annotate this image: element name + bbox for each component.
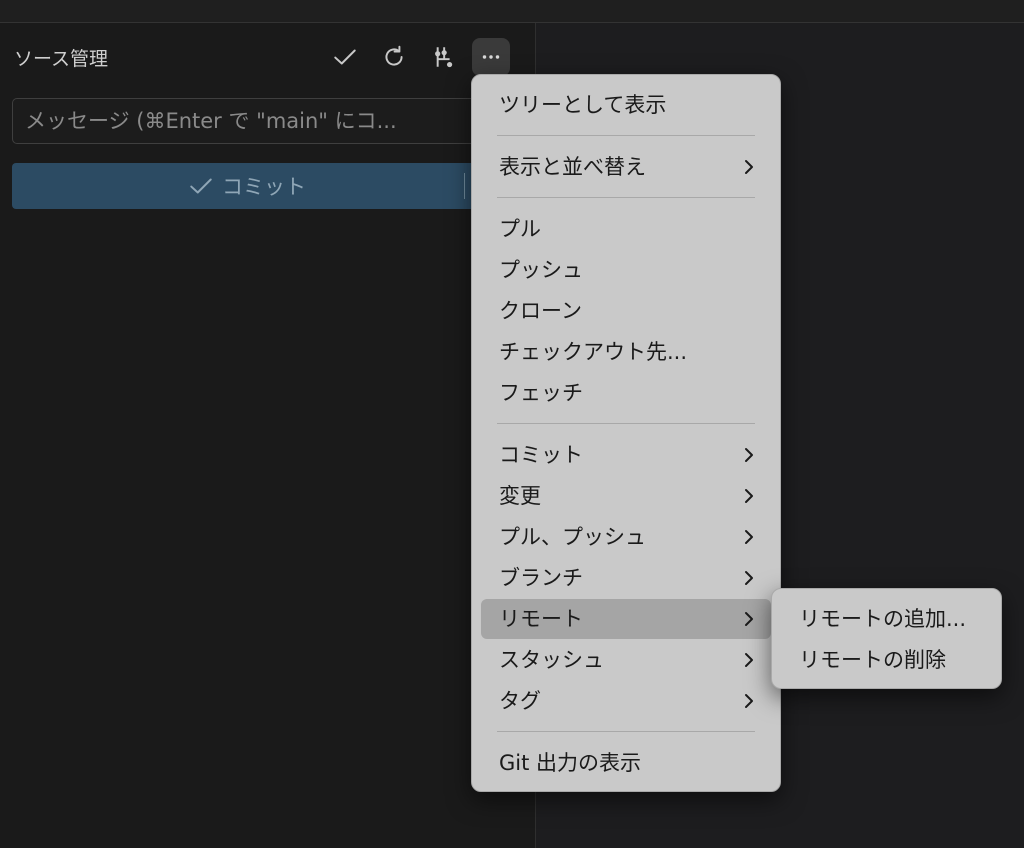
menu-item-stash[interactable]: スタッシュ — [481, 640, 771, 680]
chevron-right-icon — [741, 640, 757, 680]
menu-separator — [497, 423, 755, 424]
more-actions-button[interactable] — [472, 38, 510, 76]
source-control-title: ソース管理 — [14, 48, 109, 70]
menu-item-pull[interactable]: プル — [481, 209, 771, 249]
submenu-item-add-remote[interactable]: リモートの追加... — [780, 599, 995, 639]
chevron-right-icon — [741, 435, 757, 475]
menu-item-checkout-to[interactable]: チェックアウト先... — [481, 332, 771, 372]
menu-item-fetch[interactable]: フェッチ — [481, 373, 771, 413]
chevron-right-icon — [741, 558, 757, 598]
menu-item-commit[interactable]: コミット — [481, 435, 771, 475]
menu-item-remote[interactable]: リモート — [481, 599, 771, 639]
refresh-button[interactable] — [375, 38, 413, 76]
check-icon — [334, 49, 356, 65]
menu-item-push[interactable]: プッシュ — [481, 250, 771, 290]
commit-check-button[interactable] — [326, 38, 364, 76]
commit-button[interactable]: コミット — [12, 163, 482, 209]
ellipsis-icon — [482, 55, 500, 59]
menu-item-pull-push[interactable]: プル、プッシュ — [481, 517, 771, 557]
check-icon — [190, 178, 212, 194]
chevron-right-icon — [741, 476, 757, 516]
remote-submenu: リモートの追加... リモートの削除 — [771, 588, 1002, 689]
commit-button-label: コミット — [222, 175, 306, 199]
menu-item-tags[interactable]: タグ — [481, 681, 771, 721]
menu-separator — [497, 731, 755, 732]
source-control-sidebar — [0, 23, 536, 848]
commit-message-input[interactable] — [12, 98, 482, 144]
submenu-item-remove-remote[interactable]: リモートの削除 — [780, 640, 995, 680]
view-graph-button[interactable] — [423, 38, 461, 76]
commit-dropdown-divider — [464, 173, 465, 199]
chevron-right-icon — [741, 517, 757, 557]
menu-separator — [497, 135, 755, 136]
menu-item-view-as-tree[interactable]: ツリーとして表示 — [481, 85, 771, 125]
title-bar — [0, 0, 1024, 23]
menu-item-changes[interactable]: 変更 — [481, 476, 771, 516]
refresh-icon — [385, 45, 403, 66]
menu-item-view-and-sort[interactable]: 表示と並べ替え — [481, 147, 771, 187]
chevron-right-icon — [741, 681, 757, 721]
more-actions-menu: ツリーとして表示 表示と並べ替え プル プッシュ クローン チェックアウト先..… — [471, 74, 781, 792]
menu-item-branch[interactable]: ブランチ — [481, 558, 771, 598]
chevron-right-icon — [741, 599, 757, 639]
git-graph-icon — [435, 47, 453, 68]
chevron-right-icon — [741, 147, 757, 187]
menu-item-show-git-output[interactable]: Git 出力の表示 — [481, 743, 771, 783]
menu-item-clone[interactable]: クローン — [481, 291, 771, 331]
menu-separator — [497, 197, 755, 198]
